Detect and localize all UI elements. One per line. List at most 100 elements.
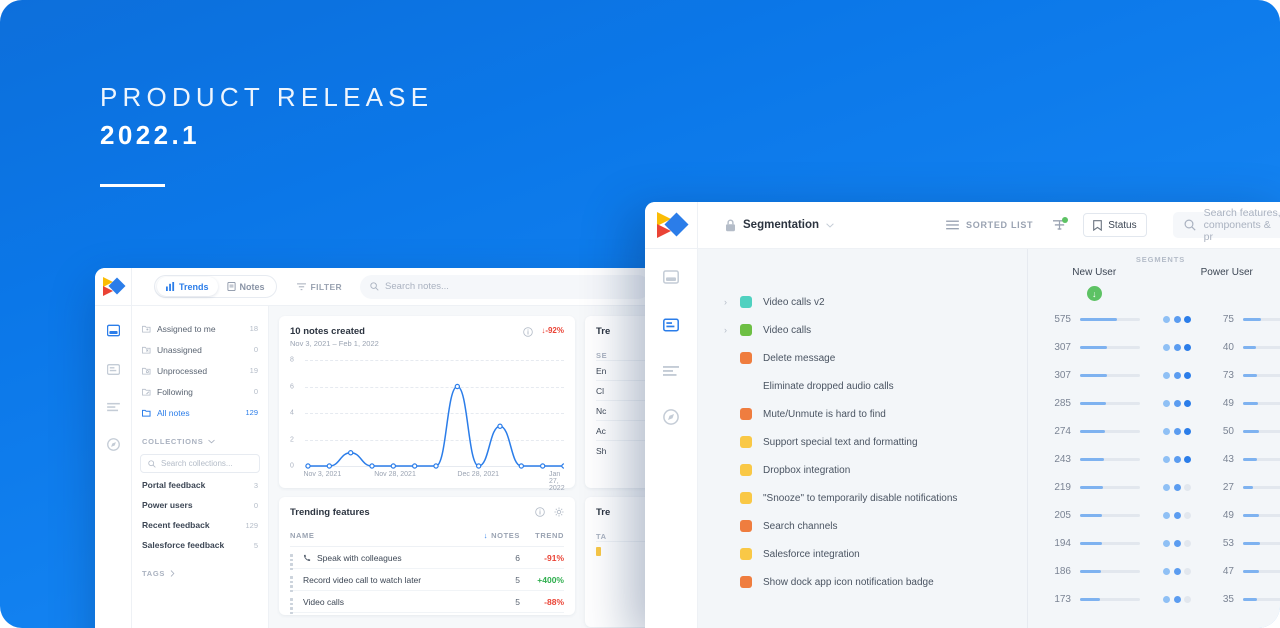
collection-item-salesforce-feedback[interactable]: Salesforce feedback 5 xyxy=(132,535,268,555)
segment-pip xyxy=(1163,427,1170,435)
segment-column-new-user: New User xyxy=(1072,267,1117,278)
page-title: Segmentation xyxy=(743,219,820,231)
segment-pip xyxy=(1184,567,1191,575)
drag-grip-icon[interactable] xyxy=(290,576,297,592)
table-row[interactable]: Video calls 5 -88% xyxy=(290,591,564,614)
view-toggle-group[interactable]: Trends Notes xyxy=(154,275,277,298)
collection-item-portal-feedback[interactable]: Portal feedback 3 xyxy=(132,475,268,495)
compass-icon[interactable] xyxy=(106,438,120,451)
segment-pips xyxy=(1163,427,1191,435)
info-icon[interactable] xyxy=(523,327,533,337)
arrow-down-circle-icon[interactable]: ↓ xyxy=(1086,286,1102,301)
gear-icon[interactable] xyxy=(554,507,564,517)
chevron-right-icon[interactable]: › xyxy=(724,297,740,307)
chart-line-series xyxy=(305,383,564,469)
filter-icon xyxy=(296,282,306,291)
feature-name: Record video call to watch later xyxy=(303,574,422,585)
segment-data-row: 307 73 xyxy=(1028,361,1280,389)
sort-arrow-down-icon: ↓ xyxy=(483,531,489,540)
sidebar-item-count: 18 xyxy=(249,324,258,333)
collections-search-input[interactable]: Search collections... xyxy=(140,454,260,473)
segment-pip xyxy=(1184,455,1191,463)
drag-grip-icon[interactable] xyxy=(290,598,297,614)
window-icon[interactable] xyxy=(106,324,120,337)
segment-pip xyxy=(1173,483,1181,491)
feedback-icon[interactable] xyxy=(106,363,120,376)
list-item[interactable]: Mute/Unmute is hard to find xyxy=(698,400,1027,428)
tags-section-header[interactable]: TAGS xyxy=(132,569,268,578)
segment-bar xyxy=(1243,541,1280,545)
table-row[interactable]: Speak with colleagues 6 -91% xyxy=(290,547,564,570)
segment-pip xyxy=(1184,483,1191,491)
drag-grip-icon[interactable] xyxy=(290,554,297,570)
filter-button[interactable]: FILTER xyxy=(296,282,343,292)
sidebar-item-label: Assigned to me xyxy=(157,323,216,334)
tab-notes[interactable]: Notes xyxy=(218,277,274,296)
status-button[interactable]: Status xyxy=(1083,213,1147,237)
list-item[interactable]: › Video calls v2 xyxy=(698,288,1027,316)
front-window-toolbar: Segmentation SORTED LIST Status Search f… xyxy=(645,202,1280,249)
list-item[interactable]: Show dock app icon notification badge xyxy=(698,568,1027,596)
list-item[interactable]: Delete message xyxy=(698,344,1027,372)
features-search-input[interactable]: Search features, components & pr xyxy=(1172,207,1280,243)
collection-count: 3 xyxy=(253,480,258,490)
column-header-notes[interactable]: ↓ NOTES xyxy=(474,531,520,540)
feature-name: Eliminate dropped audio calls xyxy=(763,380,894,392)
segment-pip xyxy=(1173,371,1181,379)
table-row[interactable]: Record video call to watch later 5 +400% xyxy=(290,569,564,592)
bookmark-icon xyxy=(1093,219,1103,231)
sidebar-item-assigned-to-me[interactable]: Assigned to me 18 xyxy=(132,318,268,339)
list-item[interactable]: Search channels xyxy=(698,512,1027,540)
window-icon[interactable] xyxy=(663,269,679,285)
list-icon[interactable] xyxy=(663,365,679,377)
chart-delta-badge: ↓-92% xyxy=(541,326,564,335)
chevron-down-icon[interactable] xyxy=(826,222,834,228)
collections-section-header[interactable]: COLLECTIONS xyxy=(132,437,268,446)
compass-icon[interactable] xyxy=(663,409,679,425)
collection-count: 5 xyxy=(253,540,258,550)
segment-score: 274 xyxy=(1054,425,1071,437)
sidebar-item-unprocessed[interactable]: Unprocessed 19 xyxy=(132,360,268,381)
segment-pip xyxy=(1173,427,1181,435)
tab-trends[interactable]: Trends xyxy=(157,277,218,296)
segment-cell: 73 xyxy=(1191,370,1280,381)
segment-pip xyxy=(1163,567,1170,575)
app-logo[interactable] xyxy=(645,202,698,249)
segment-pips xyxy=(1163,595,1191,603)
info-icon[interactable] xyxy=(535,507,545,517)
sidebar-item-all-notes[interactable]: All notes 129 xyxy=(132,402,268,423)
sidebar-item-unassigned[interactable]: Unassigned 0 xyxy=(132,339,268,360)
segment-data-row: 575 75 xyxy=(1028,305,1280,333)
segment-bar xyxy=(1243,317,1280,321)
segment-score: 243 xyxy=(1054,453,1071,465)
sort-indicator-row: ↓ xyxy=(1028,286,1280,301)
list-item[interactable]: "Snooze" to temporarily disable notifica… xyxy=(698,484,1027,512)
chevron-right-icon[interactable]: › xyxy=(724,325,740,335)
funnel-filter-button[interactable] xyxy=(1053,216,1069,232)
collection-item-power-users[interactable]: Power users 0 xyxy=(132,495,268,515)
bar-chart-icon xyxy=(166,282,175,291)
feedback-icon[interactable] xyxy=(663,317,679,333)
trend-value: +400% xyxy=(537,574,564,585)
list-item[interactable]: › Video calls xyxy=(698,316,1027,344)
collection-item-recent-feedback[interactable]: Recent feedback 129 xyxy=(132,515,268,535)
trending-features-card: Trending features NAME ↓ NOTES TREND Spe… xyxy=(279,497,575,615)
list-item[interactable]: Support special text and formatting xyxy=(698,428,1027,456)
collection-count: 0 xyxy=(253,500,258,510)
chart-delta-value: -92% xyxy=(545,326,564,335)
sidebar-item-label: Unprocessed xyxy=(157,365,208,376)
list-item[interactable]: Eliminate dropped audio calls xyxy=(698,372,1027,400)
list-item[interactable]: Salesforce integration xyxy=(698,540,1027,568)
list-icon[interactable] xyxy=(106,402,120,412)
list-item[interactable]: Dropbox integration xyxy=(698,456,1027,484)
feature-name: Video calls v2 xyxy=(763,296,825,308)
feature-name: Dropbox integration xyxy=(763,464,851,476)
sorted-list-button[interactable]: SORTED LIST xyxy=(946,220,1033,230)
sidebar-item-following[interactable]: Following 0 xyxy=(132,381,268,402)
notes-search-input[interactable]: Search notes... xyxy=(360,274,650,299)
app-logo[interactable] xyxy=(95,268,132,306)
segment-bar xyxy=(1243,345,1280,349)
segmentation-title-group[interactable]: Segmentation xyxy=(725,219,834,232)
features-search-placeholder: Search features, components & pr xyxy=(1203,207,1280,243)
trending-card-actions xyxy=(535,507,564,517)
